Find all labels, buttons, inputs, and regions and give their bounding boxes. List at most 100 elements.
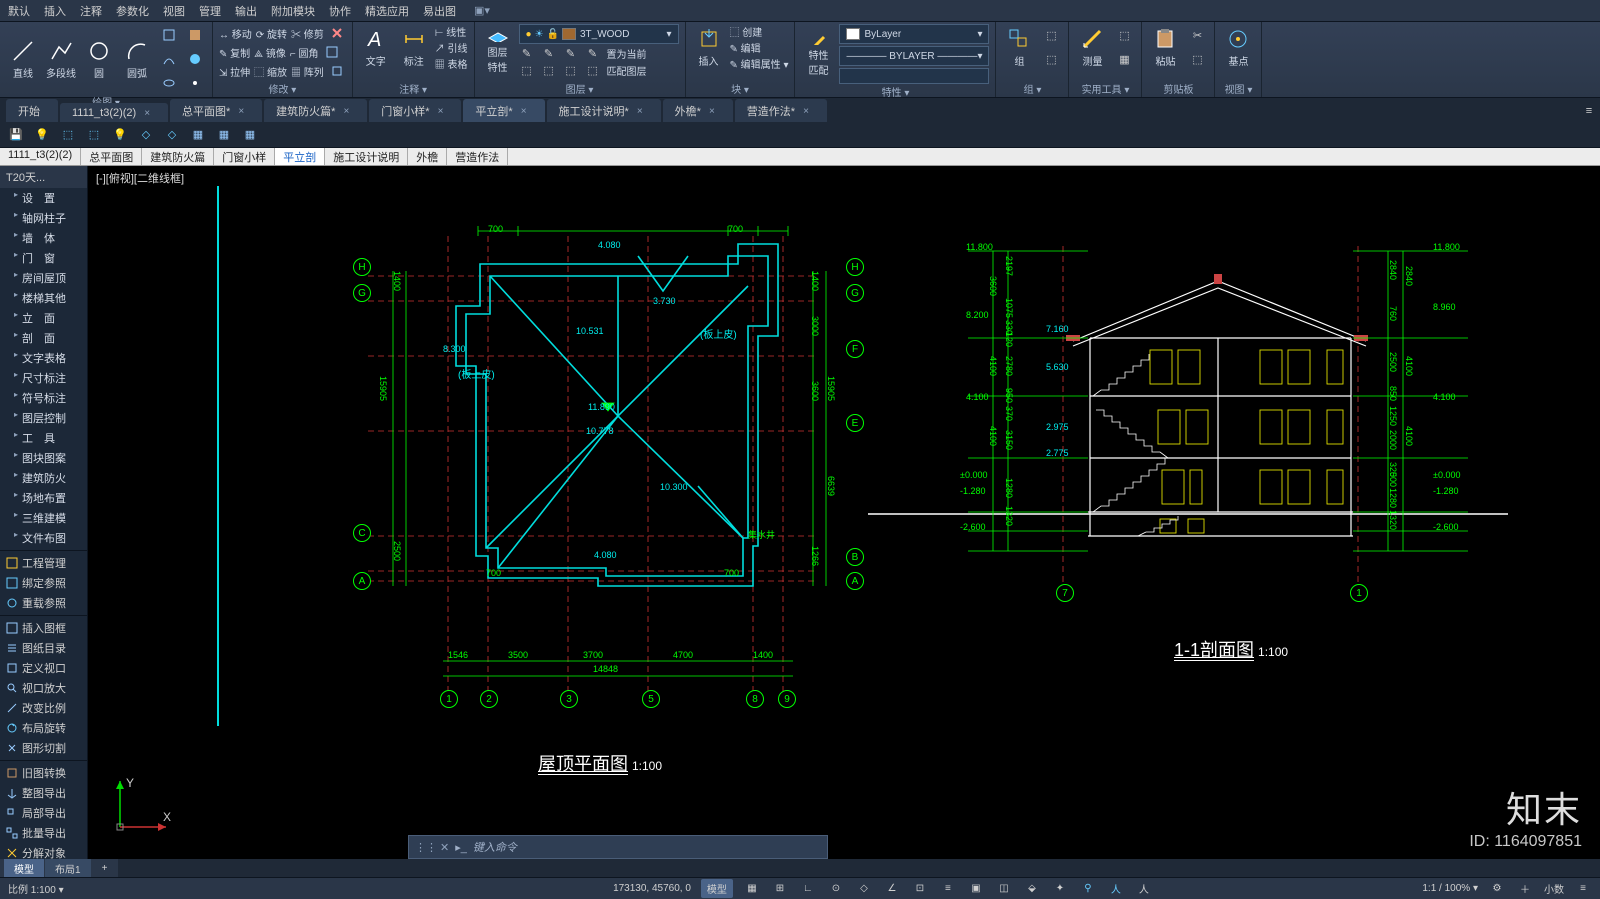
draw-misc-1[interactable]	[158, 24, 180, 46]
nav-3d[interactable]: 三维建模	[0, 508, 87, 528]
nav-exppart[interactable]: 局部导出	[0, 803, 87, 823]
trans-toggle-icon[interactable]: ▣	[967, 880, 985, 898]
match-props-button[interactable]: 特性 匹配	[801, 31, 835, 77]
nav-clipfig[interactable]: 图形切割	[0, 738, 87, 758]
scale-button[interactable]: ⬚ 缩放	[254, 64, 287, 79]
ltab-fanghuo[interactable]: 建筑防火篇	[142, 148, 214, 165]
sel-toggle-icon[interactable]: ◫	[995, 880, 1013, 898]
menu-view[interactable]: 视图	[163, 3, 185, 19]
nav-reloadref[interactable]: 重载参照	[0, 593, 87, 613]
close-icon[interactable]: ×	[803, 106, 809, 117]
qat-ic5[interactable]: 💡	[112, 127, 128, 143]
menu-parametric[interactable]: 参数化	[116, 3, 149, 19]
group-title-modify[interactable]: 修改 ▾	[219, 81, 346, 97]
polyline-button[interactable]: 多段线	[44, 36, 78, 82]
qat-ic10[interactable]: ▦	[242, 127, 258, 143]
group-ic-2[interactable]: ⬚	[1040, 48, 1062, 70]
group-title-utility[interactable]: 实用工具 ▾	[1075, 81, 1135, 97]
point-button[interactable]	[184, 72, 206, 94]
tab-waiyan[interactable]: 外檐*×	[663, 99, 733, 122]
explode-button[interactable]	[323, 43, 341, 61]
menu-more-icon[interactable]: ▣▾	[474, 4, 490, 17]
menu-featured[interactable]: 精选应用	[365, 3, 409, 19]
lay-ic-7[interactable]: ⬚	[563, 62, 579, 78]
nav-oldconv[interactable]: 旧图转换	[0, 763, 87, 783]
measure-button[interactable]: 测量	[1075, 24, 1109, 70]
lay-ic-5[interactable]: ⬚	[519, 62, 535, 78]
erase-button[interactable]	[328, 24, 346, 42]
lay-ic-4[interactable]: ✎	[585, 45, 601, 61]
nav-chscale[interactable]: 改变比例	[0, 698, 87, 718]
lwt-toggle-icon[interactable]: ≡	[939, 880, 957, 898]
lay-ic-8[interactable]: ⬚	[585, 62, 601, 78]
anno3-toggle-icon[interactable]: 人	[1135, 880, 1153, 898]
anno-toggle-icon[interactable]: ⚲	[1079, 880, 1097, 898]
ltab-shigong[interactable]: 施工设计说明	[325, 148, 408, 165]
nav-symbol[interactable]: 符号标注	[0, 388, 87, 408]
group-ic-1[interactable]: ⬚	[1040, 24, 1062, 46]
ltab-menchuang[interactable]: 门窗小样	[214, 148, 275, 165]
lay-ic-3[interactable]: ✎	[563, 45, 579, 61]
nav-room[interactable]: 房间屋顶	[0, 268, 87, 288]
cmd-handle-icon[interactable]: ⋮⋮ ✕	[415, 841, 449, 854]
tab-yingzao[interactable]: 营造作法*×	[735, 99, 827, 122]
nav-layrot[interactable]: 布局旋转	[0, 718, 87, 738]
nav-vpzoom[interactable]: 视口放大	[0, 678, 87, 698]
tab-shigong[interactable]: 施工设计说明*×	[547, 99, 661, 122]
hatch-button[interactable]	[184, 24, 206, 46]
close-icon[interactable]: ×	[343, 106, 349, 117]
qat-bulb-icon[interactable]: 💡	[34, 127, 50, 143]
qat-save-icon[interactable]: 💾	[8, 127, 24, 143]
layer-dropdown[interactable]: ●☀🔓3T_WOOD▾	[519, 24, 679, 44]
anno2-toggle-icon[interactable]: 人	[1107, 880, 1125, 898]
status-scale[interactable]: 比例 1:100 ▾	[8, 881, 64, 896]
close-icon[interactable]: ×	[709, 106, 715, 117]
qat-ic4[interactable]: ⬚	[86, 127, 102, 143]
move-button[interactable]: ↔ 移动	[219, 26, 252, 41]
ltab-1111[interactable]: 1111_t3(2)(2)	[0, 148, 81, 165]
linetype-dropdown[interactable]	[839, 68, 989, 84]
copy-clip-button[interactable]: ⬚	[1186, 48, 1208, 70]
close-icon[interactable]: ×	[521, 106, 527, 117]
ltab-pinglipou[interactable]: 平立剖	[275, 148, 325, 165]
group-title-block[interactable]: 块 ▾	[692, 81, 789, 97]
util-ic-1[interactable]: ⬚	[1113, 24, 1135, 46]
tab-start[interactable]: 开始	[6, 99, 58, 122]
group-title-group[interactable]: 组 ▾	[1002, 81, 1062, 97]
nav-axis[interactable]: 轴网柱子	[0, 208, 87, 228]
table-button[interactable]: ▦ 表格	[435, 56, 468, 71]
layer-setcurrent[interactable]: 置为当前	[607, 46, 647, 61]
color-dropdown[interactable]: ByLayer▾	[839, 24, 989, 44]
nav-expbatch[interactable]: 批量导出	[0, 823, 87, 843]
menu-manage[interactable]: 管理	[199, 3, 221, 19]
ortho-toggle-icon[interactable]: ∟	[799, 880, 817, 898]
status-units[interactable]: 小数	[1544, 881, 1564, 896]
nav-block[interactable]: 图块图案	[0, 448, 87, 468]
tab-menchuang[interactable]: 门窗小样*×	[369, 99, 461, 122]
tab-overflow-icon[interactable]: ≡	[1578, 100, 1600, 122]
leader-button[interactable]: ↗ 引线	[435, 40, 468, 55]
status-mode[interactable]: 模型	[701, 879, 733, 898]
paste-button[interactable]: 粘贴	[1148, 24, 1182, 70]
copy-button[interactable]: ✎ 复制	[219, 45, 250, 60]
draw-misc-2[interactable]	[158, 48, 180, 70]
tab-fanghuo[interactable]: 建筑防火篇*×	[264, 99, 367, 122]
cut-button[interactable]: ✂	[1186, 24, 1208, 46]
tab-1111[interactable]: 1111_t3(2)(2)×	[60, 103, 168, 122]
lineweight-dropdown[interactable]: ———— BYLAYER ————▾	[839, 46, 989, 66]
nav-wall[interactable]: 墙 体	[0, 228, 87, 248]
qat-ic6[interactable]: ◇	[138, 127, 154, 143]
nav-fire[interactable]: 建筑防火	[0, 468, 87, 488]
nav-settings[interactable]: 设 置	[0, 188, 87, 208]
modeltab-model[interactable]: 模型	[4, 859, 44, 878]
ltab-zongping[interactable]: 总平面图	[81, 148, 142, 165]
nav-door[interactable]: 门 窗	[0, 248, 87, 268]
group-button[interactable]: 组	[1002, 24, 1036, 70]
nav-text[interactable]: 文字表格	[0, 348, 87, 368]
group-title-props[interactable]: 特性 ▾	[801, 84, 989, 100]
nav-elevation[interactable]: 立 面	[0, 308, 87, 328]
nav-defvp[interactable]: 定义视口	[0, 658, 87, 678]
close-icon[interactable]: ×	[238, 106, 244, 117]
layer-match[interactable]: 匹配图层	[607, 63, 647, 78]
osnap-toggle-icon[interactable]: ◇	[855, 880, 873, 898]
